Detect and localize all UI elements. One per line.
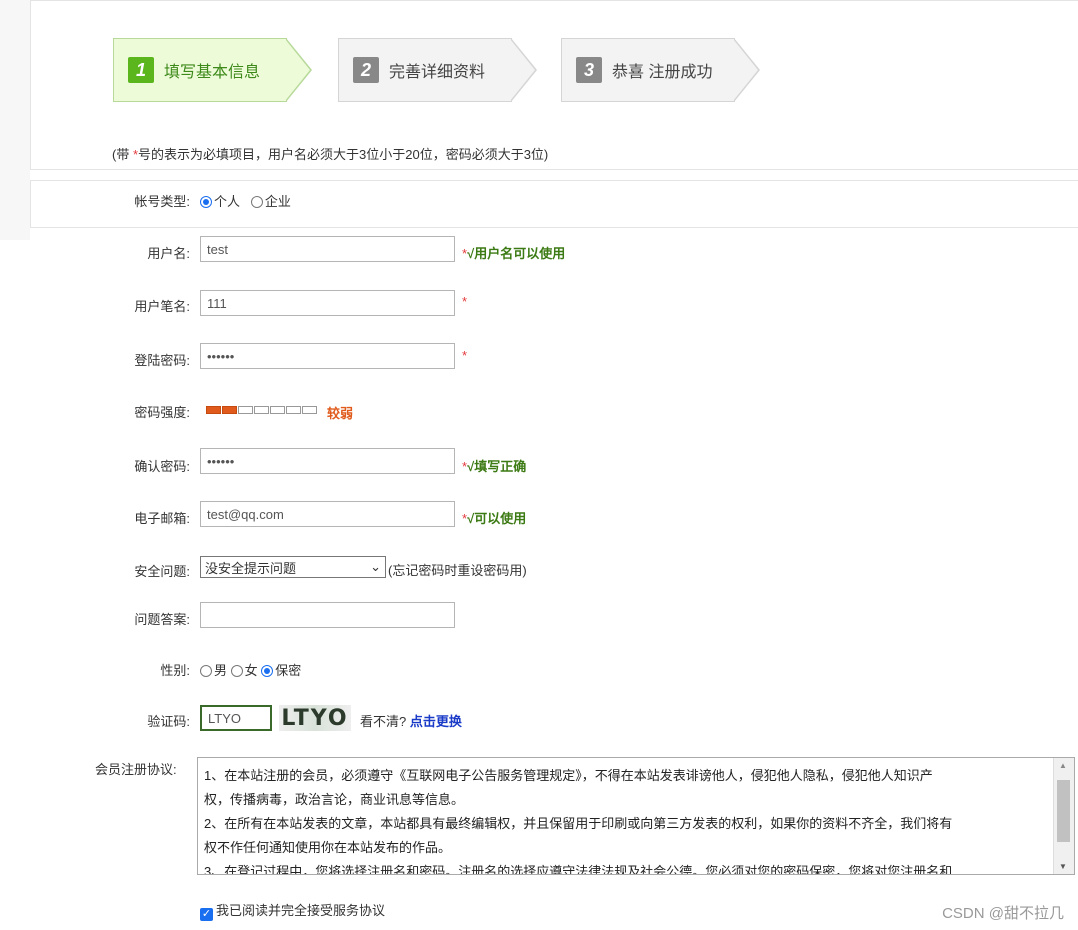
agreement-line: 权不作任何通知使用你在本站发布的作品。 [204, 840, 452, 855]
question-hint: (忘记密码时重设密码用) [388, 563, 527, 578]
radio-secret-label: 保密 [275, 663, 302, 678]
step-1-label: 填写基本信息 [164, 64, 261, 81]
radio-icon [200, 196, 212, 208]
captcha-image[interactable]: LTYO [279, 705, 351, 731]
password-label: 登陆密码: [134, 353, 190, 368]
strength-segment [286, 406, 301, 414]
email-label: 电子邮箱: [134, 511, 190, 526]
strength-label: 密码强度: [134, 405, 190, 420]
username-input[interactable] [200, 236, 455, 262]
captcha-label: 验证码: [147, 714, 190, 729]
captcha-refresh-link[interactable]: 点击更换 [410, 714, 462, 729]
step-3: 3 恭喜 注册成功 [561, 38, 760, 102]
scroll-up-icon[interactable]: ▲ [1059, 761, 1067, 770]
strength-segment [270, 406, 285, 414]
checkbox-checked-icon[interactable]: ✓ [200, 908, 213, 921]
username-label: 用户名: [147, 246, 190, 261]
radio-icon [261, 665, 274, 677]
radio-personal[interactable]: 个人 [200, 194, 240, 209]
agreement-scrollbar[interactable]: ▲ ▼ [1053, 758, 1074, 874]
chevron-down-icon: ⌄ [370, 559, 381, 574]
agreement-label: 会员注册协议: [95, 762, 177, 777]
step-1-arrow [285, 38, 312, 102]
agree-checkbox-label: 我已阅读并完全接受服务协议 [216, 903, 386, 918]
nickname-input[interactable] [200, 290, 455, 316]
agreement-line: 权，传播病毒，政治言论，商业讯息等信息。 [204, 792, 465, 807]
radio-icon [250, 196, 263, 208]
confirm-password-input[interactable] [200, 448, 455, 474]
radio-company[interactable]: 企业 [250, 194, 291, 209]
captcha-input[interactable] [200, 705, 272, 731]
radio-icon [230, 665, 243, 677]
agreement-line: 3、在登记过程中，您将选择注册名和密码。注册名的选择应遵守法律法规及社会公德。您… [204, 864, 953, 875]
email-input[interactable] [200, 501, 455, 527]
strength-segment [222, 406, 237, 414]
confirm-status: *√填写正确 [462, 456, 526, 475]
scroll-down-icon[interactable]: ▼ [1059, 862, 1067, 871]
captcha-unclear-text: 看不清? [360, 714, 407, 729]
username-status: *√用户名可以使用 [462, 243, 565, 262]
confirm-label: 确认密码: [134, 459, 190, 474]
step-2-number-icon: 2 [353, 57, 379, 83]
radio-icon [200, 665, 212, 677]
security-question-select[interactable]: 没安全提示问题 ⌄ [200, 556, 386, 578]
question-label: 安全问题: [134, 564, 190, 579]
required-star: * [462, 294, 468, 309]
step-1-number-icon: 1 [128, 57, 154, 83]
strength-segment [206, 406, 221, 414]
step-1: 1 填写基本信息 [113, 38, 312, 102]
gender-options: 男 女 保密 [200, 660, 301, 679]
radio-secret[interactable]: 保密 [261, 663, 301, 678]
email-status-text: √可以使用 [467, 511, 527, 526]
strength-segment [238, 406, 253, 414]
required-note: (带 *号的表示为必填项目，用户名必须大于3位小于20位，密码必须大于3位) [112, 144, 548, 163]
watermark: CSDN @甜不拉几 [942, 905, 1064, 922]
answer-label: 问题答案: [134, 612, 190, 627]
radio-personal-label: 个人 [214, 194, 241, 209]
agreement-textarea[interactable]: 1、在本站注册的会员，必须遵守《互联网电子公告服务管理规定》，不得在本站发表诽谤… [197, 757, 1075, 875]
strength-segment [254, 406, 269, 414]
email-status: *√可以使用 [462, 508, 526, 527]
scrollbar-thumb[interactable] [1057, 780, 1070, 842]
agreement-text: 1、在本站注册的会员，必须遵守《互联网电子公告服务管理规定》，不得在本站发表诽谤… [198, 758, 1074, 875]
agree-checkbox-row[interactable]: ✓ 我已阅读并完全接受服务协议 [200, 900, 385, 921]
gender-label: 性别: [160, 663, 190, 678]
strength-level: 较弱 [327, 406, 354, 421]
username-status-text: √用户名可以使用 [467, 246, 566, 261]
answer-input[interactable] [200, 602, 455, 628]
step-3-label: 恭喜 注册成功 [612, 64, 713, 81]
note-suffix: 号的表示为必填项目，用户名必须大于3位小于20位，密码必须大于3位) [138, 147, 549, 162]
radio-female[interactable]: 女 [230, 663, 258, 678]
security-question-value: 没安全提示问题 [205, 560, 297, 576]
password-strength-meter [206, 406, 317, 414]
radio-female-label: 女 [244, 663, 258, 678]
step-3-number-icon: 3 [576, 57, 602, 83]
nickname-label: 用户笔名: [134, 299, 190, 314]
account-type-options: 个人 企业 [200, 191, 291, 210]
password-input[interactable] [200, 343, 455, 369]
step-2: 2 完善详细资料 [338, 38, 537, 102]
step-2-arrow [510, 38, 537, 102]
step-3-arrow [733, 38, 760, 102]
note-prefix: (带 [112, 147, 133, 162]
radio-male-label: 男 [214, 663, 228, 678]
captcha-refresh: 看不清? 点击更换 [360, 711, 462, 730]
agreement-line: 1、在本站注册的会员，必须遵守《互联网电子公告服务管理规定》，不得在本站发表诽谤… [204, 768, 933, 783]
radio-company-label: 企业 [264, 194, 291, 209]
account-type-label: 帐号类型: [134, 194, 190, 209]
agreement-line: 2、在所有在本站发表的文章，本站都具有最终编辑权，并且保留用于印刷或向第三方发表… [204, 816, 953, 831]
required-star: * [462, 348, 468, 363]
confirm-status-text: √填写正确 [467, 459, 527, 474]
step-2-label: 完善详细资料 [389, 64, 486, 81]
radio-male[interactable]: 男 [200, 663, 227, 678]
strength-segment [302, 406, 317, 414]
